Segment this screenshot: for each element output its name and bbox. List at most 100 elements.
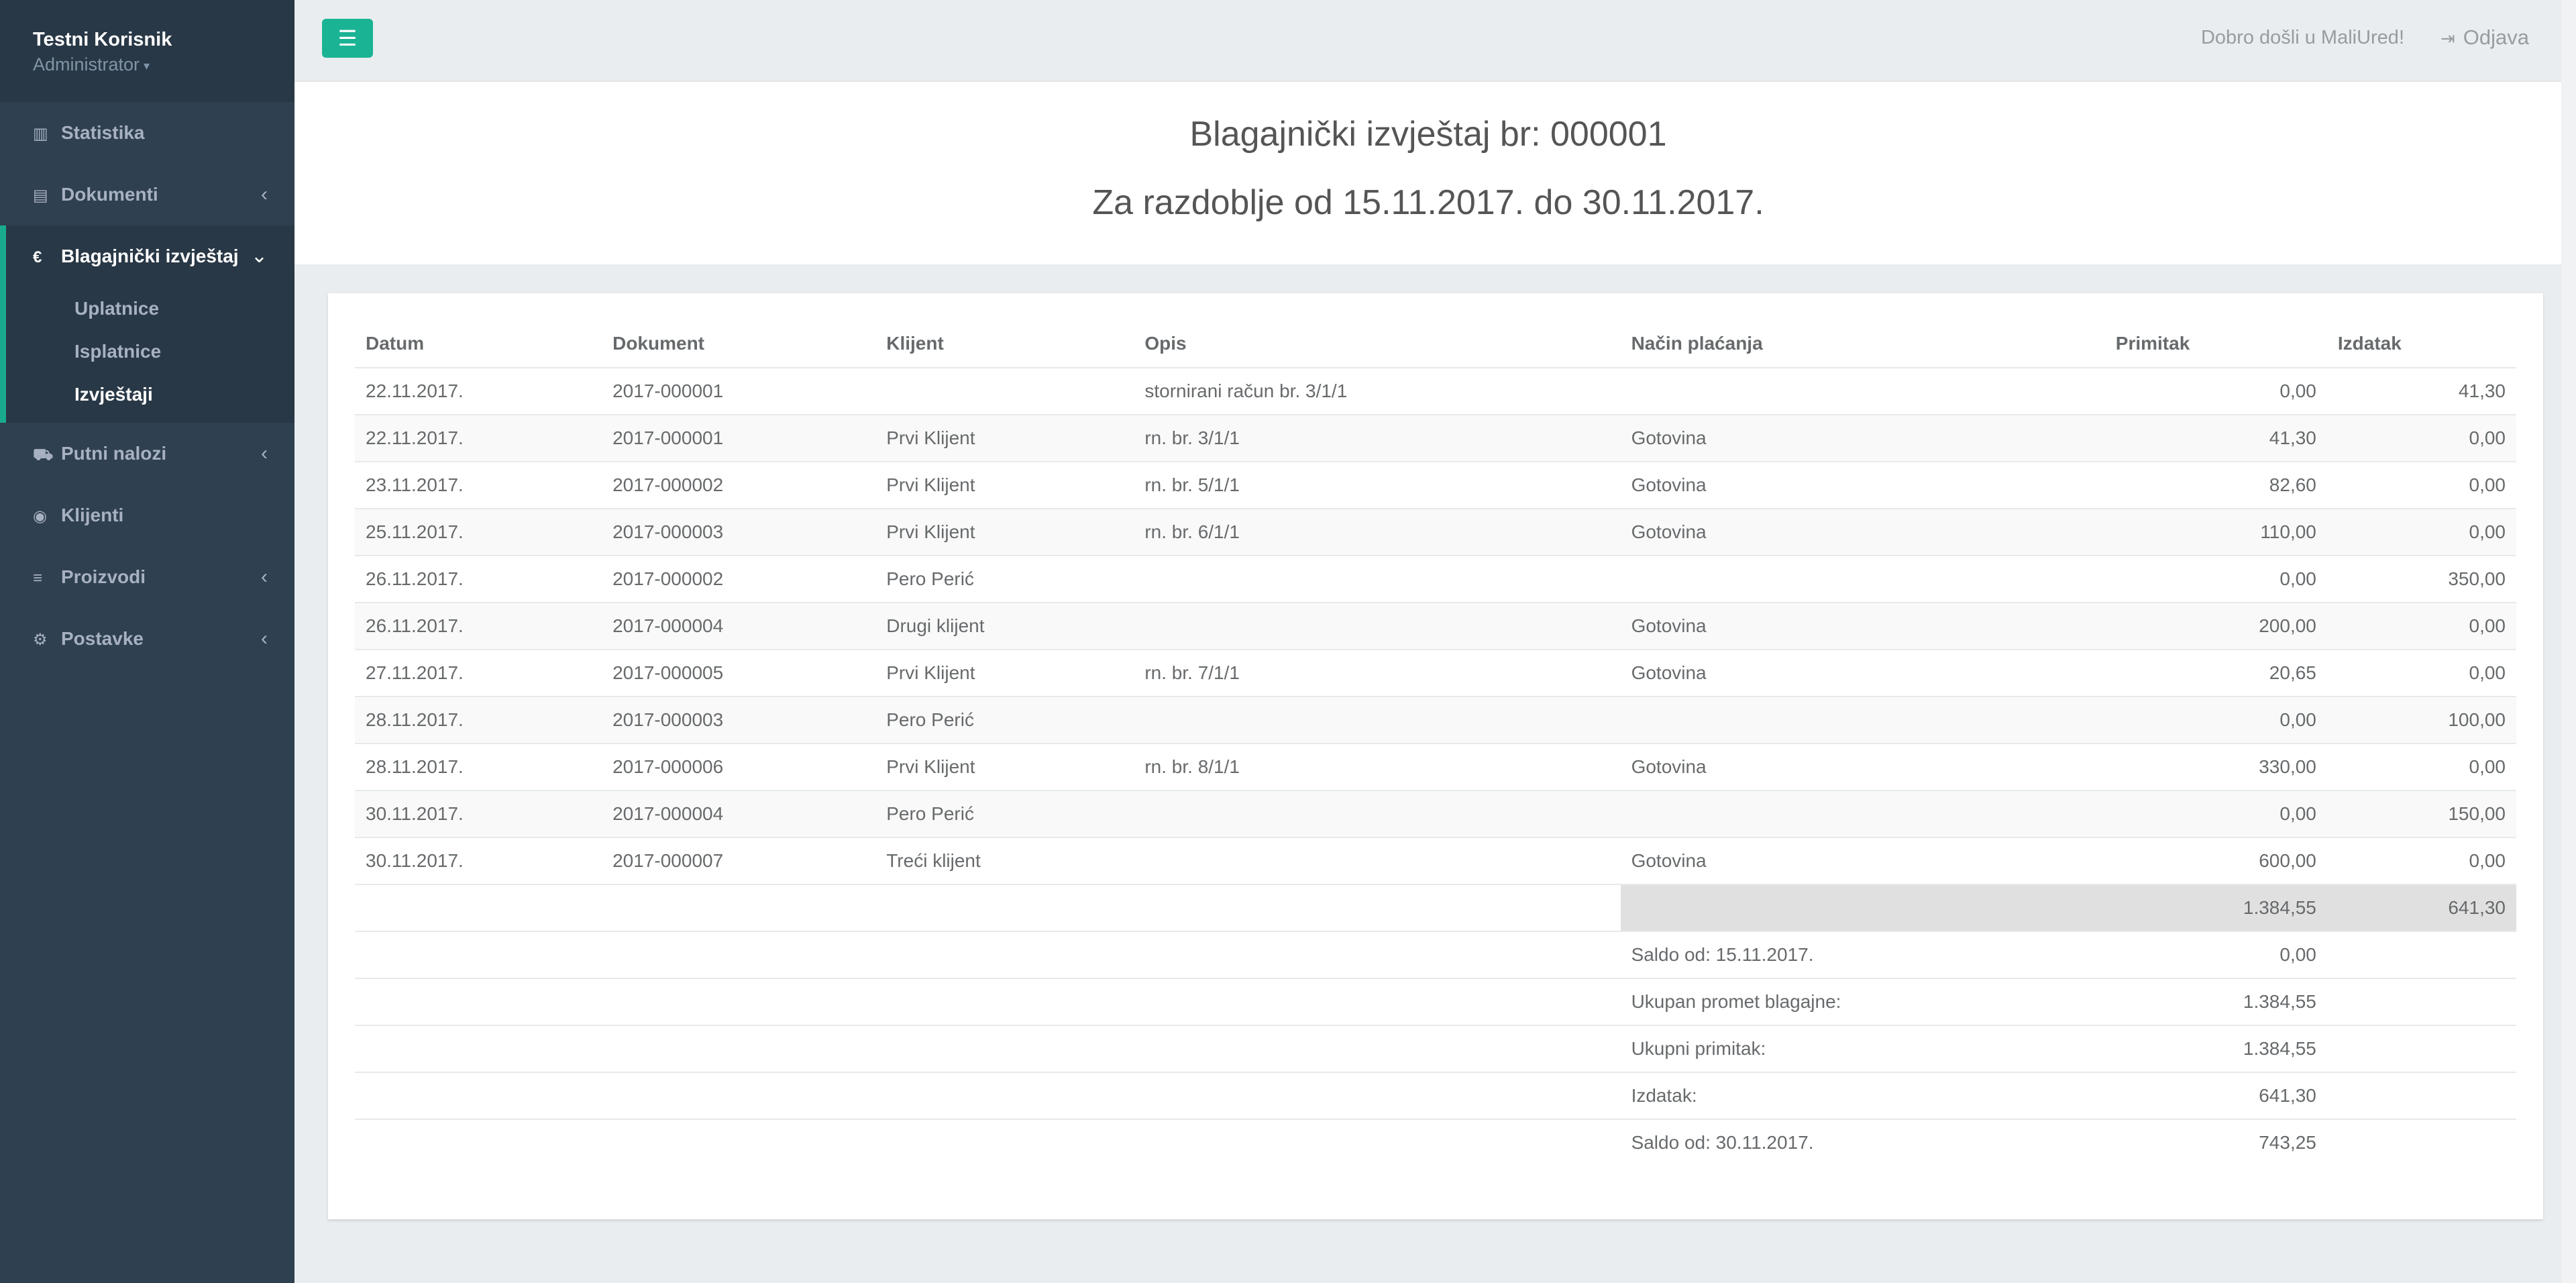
table-cell: Gotovina [1620,837,2105,884]
chevron-down-icon: ⌄ [250,245,268,267]
table-cell: 2017-000001 [602,367,876,415]
totals-row: 1.384,55 641,30 [355,884,2516,931]
table-cell [875,367,1134,415]
table-cell: Gotovina [1620,414,2105,462]
table-cell [1620,696,2105,743]
table-cell: rn. br. 3/1/1 [1134,414,1621,462]
sidebar-subitem-uplatnice[interactable]: Uplatnice [6,287,294,330]
summary-label: Ukupan promet blagajne: [1620,978,2105,1025]
chevron-left-icon: ‹ [261,627,268,650]
sidebar-subitem-izvjestaji[interactable]: Izvještaji [6,373,294,416]
table-cell [602,1025,876,1072]
sidebar-item-dokumenti[interactable]: ▤ Dokumenti ‹ [0,164,294,225]
table-cell: 2017-000003 [602,508,876,556]
table-cell: Prvi Klijent [875,414,1134,462]
table-cell: Gotovina [1620,602,2105,650]
table-cell [1134,1025,1621,1072]
table-cell [1134,837,1621,884]
table-cell: stornirani račun br. 3/1/1 [1134,367,1621,415]
sidebar-item-proizvodi[interactable]: ≡ Proizvodi ‹ [0,546,294,608]
table-cell: 2017-000004 [602,790,876,837]
table-cell [1134,931,1621,978]
table-cell: 330,00 [2104,743,2327,790]
user-name: Testni Korisnik [33,29,172,50]
table-cell [875,931,1134,978]
sidebar-item-label: Statistika [61,122,145,143]
table-cell [355,884,602,931]
table-cell [1134,978,1621,1025]
table-cell [355,1025,602,1072]
table-cell [1620,555,2105,603]
table-cell: 0,00 [2326,837,2516,884]
table-cell [1134,555,1621,603]
table-cell [2326,931,2516,978]
col-nacin-placanja: Način plaćanja [1620,320,2105,368]
sidebar: Testni Korisnik Administrator ▾ ▥ Statisti… [0,0,294,1283]
table-cell [1134,696,1621,743]
menu-toggle-button[interactable]: ☰ [322,19,373,58]
total-primitak: 1.384,55 [2104,884,2327,931]
table-cell: 200,00 [2104,602,2327,650]
table-cell: 22.11.2017. [355,414,602,462]
table-row: 30.11.2017. 2017-000004 Pero Perić 0,00 150,… [355,790,2516,837]
table-cell: 30.11.2017. [355,837,602,884]
table-cell [355,1119,602,1166]
sidebar-subitem-isplatnice[interactable]: Isplatnice [6,330,294,373]
sidebar-item-klijenti[interactable]: ◉ Klijenti [0,484,294,546]
scrollbar[interactable] [2561,0,2576,1283]
table-cell [1134,602,1621,650]
sidebar-item-putni-nalozi[interactable]: ⛟ Putni nalozi ‹ [0,423,294,484]
sidebar-group-blagajnicki: € Blagajnički izvještaj ⌄ Uplatnice Ispla… [0,225,294,423]
table-cell: 2017-000006 [602,743,876,790]
summary-label: Saldo od: 15.11.2017. [1620,931,2105,978]
summary-value: 0,00 [2104,931,2327,978]
table-row: 26.11.2017. 2017-000004 Drugi klijent Gotov… [355,602,2516,650]
col-klijent: Klijent [875,320,1134,368]
summary-label: Saldo od: 30.11.2017. [1620,1119,2105,1166]
table-cell [1620,884,2105,931]
summary-row: Ukupan promet blagajne: 1.384,55 [355,978,2516,1025]
table-cell: Prvi Klijent [875,461,1134,509]
user-role-dropdown[interactable]: Administrator ▾ [33,52,294,78]
sidebar-item-statistika[interactable]: ▥ Statistika [0,102,294,164]
table-cell [602,978,876,1025]
summary-row: Saldo od: 15.11.2017. 0,00 [355,931,2516,978]
table-cell: 2017-000007 [602,837,876,884]
report-period: Za razdoblje od 15.11.2017. do 30.11.201… [1092,183,1764,222]
table-cell: 0,00 [2326,602,2516,650]
table-cell: 26.11.2017. [355,602,602,650]
table-row: 25.11.2017. 2017-000003 Prvi Klijent rn. br… [355,508,2516,556]
table-cell: 0,00 [2104,696,2327,743]
table-cell: 2017-000005 [602,649,876,697]
sign-out-icon: ⇥ [2440,28,2455,48]
sidebar-item-blagajnicki-izvjestaj[interactable]: € Blagajnički izvještaj ⌄ [6,225,294,287]
table-cell [602,1072,876,1119]
table-cell [602,1119,876,1166]
list-icon: ≡ [33,569,43,587]
summary-row: Saldo od: 30.11.2017. 743,25 [355,1119,2516,1166]
table-cell: 2017-000002 [602,461,876,509]
table-row: 23.11.2017. 2017-000002 Prvi Klijent rn. br… [355,461,2516,509]
col-primitak: Primitak [2104,320,2327,368]
table-cell: rn. br. 8/1/1 [1134,743,1621,790]
table-cell [355,1072,602,1119]
gear-icon: ⚙ [33,631,48,649]
table-cell: 82,60 [2104,461,2327,509]
table-cell [355,931,602,978]
table-cell: 23.11.2017. [355,461,602,509]
table-cell: rn. br. 5/1/1 [1134,461,1621,509]
table-cell: Pero Perić [875,790,1134,837]
table-cell: 2017-000001 [602,414,876,462]
logout-link[interactable]: ⇥ Odjava [2440,25,2529,50]
table-cell: rn. br. 7/1/1 [1134,649,1621,697]
table-cell: 0,00 [2326,743,2516,790]
table-cell [1134,884,1621,931]
sidebar-item-postavke[interactable]: ⚙ Postavke ‹ [0,608,294,670]
user-profile: Testni Korisnik Administrator ▾ [0,0,294,102]
table-cell: Prvi Klijent [875,508,1134,556]
col-datum: Datum [355,320,602,368]
table-cell: 0,00 [2104,367,2327,415]
table-cell: 0,00 [2326,649,2516,697]
table-cell: 25.11.2017. [355,508,602,556]
sidebar-item-label: Putni nalozi [61,443,167,464]
